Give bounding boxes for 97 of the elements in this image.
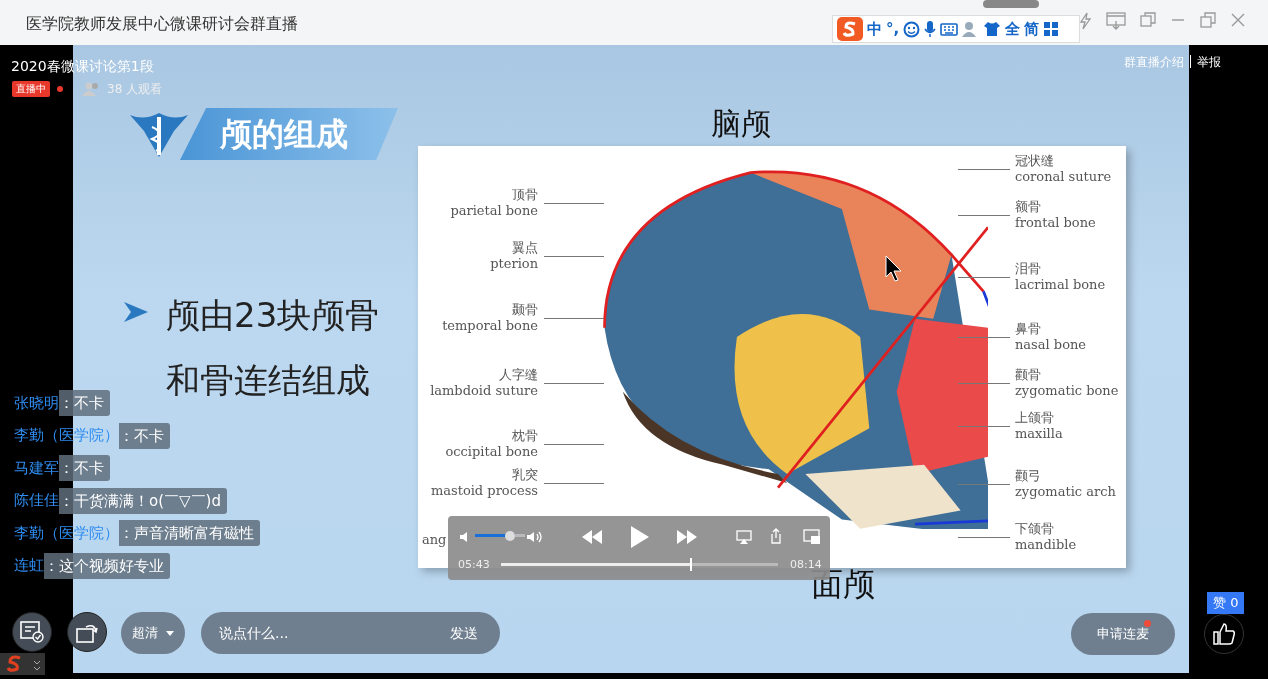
figure-caption: 脑颅 <box>711 107 771 140</box>
label-chinese: 下颌骨 <box>1015 521 1055 537</box>
leader-line <box>544 444 604 445</box>
send-button[interactable]: 发送 <box>444 621 484 645</box>
simplified-toggle[interactable]: 简 <box>1024 17 1040 41</box>
caret-icon <box>166 630 174 636</box>
emoji-icon[interactable] <box>903 20 921 38</box>
label-english: pterion <box>490 256 538 272</box>
bullet-text: 和骨连结组成 <box>166 359 370 402</box>
label-chinese: 泪骨 <box>1015 261 1042 277</box>
label-chinese: 顶骨 <box>511 187 538 203</box>
label-chinese: 鼻骨 <box>1015 321 1042 337</box>
restore-icon[interactable] <box>1200 12 1216 28</box>
share-icon[interactable] <box>770 528 782 544</box>
label-english: parietal bone <box>450 203 538 219</box>
leader-line <box>544 483 604 484</box>
label-english: lacrimal bone <box>1015 277 1106 293</box>
label-chinese: 乳突 <box>511 467 538 483</box>
label-english: frontal bone <box>1015 215 1096 231</box>
list-check-icon <box>20 621 44 643</box>
like-button[interactable] <box>1204 614 1244 654</box>
label-chinese: 颧骨 <box>1015 367 1042 383</box>
bullet-arrow-icon <box>123 300 149 324</box>
leader-line <box>544 256 604 257</box>
leader-line <box>544 383 604 384</box>
label-english: zygomatic bone <box>1015 383 1119 399</box>
leader-line <box>958 215 1010 216</box>
chat-message: ：不卡 <box>119 422 170 449</box>
label-english: mandible <box>1015 537 1077 553</box>
leader-line <box>958 383 1010 384</box>
label-english: nasal bone <box>1015 337 1087 353</box>
label-chinese: 冠状缝 <box>1015 153 1055 169</box>
label-english: mastoid process <box>430 483 538 499</box>
punctuation-toggle[interactable]: °, <box>886 17 900 41</box>
picture-in-picture-icon[interactable] <box>803 529 821 545</box>
pop-out-icon[interactable] <box>1140 12 1156 28</box>
thumbs-up-icon <box>1213 623 1235 645</box>
screen-icon[interactable] <box>1106 12 1126 30</box>
ime-mode-toggle[interactable]: 中 <box>867 17 882 41</box>
lightning-icon[interactable] <box>1078 12 1092 30</box>
viewer-count: 38 人观看 <box>107 81 163 98</box>
header-link[interactable]: 举报 <box>1197 53 1221 71</box>
ime-logo-icon[interactable] <box>837 17 863 41</box>
leader-line <box>958 169 1010 170</box>
live-dot-icon <box>57 86 63 92</box>
leader-line <box>958 277 1010 278</box>
bullet-text: 颅由23块颅骨 <box>166 294 380 337</box>
chat-message: ：不卡 <box>59 455 110 481</box>
play-icon[interactable] <box>630 526 650 548</box>
label-english: maxilla <box>1015 426 1063 442</box>
label-chinese: 人字缝 <box>498 367 538 383</box>
request-mic-button[interactable]: 申请连麦 <box>1071 613 1175 655</box>
keyboard-icon[interactable] <box>940 22 959 36</box>
comment-field[interactable]: 说点什么... 发送 <box>201 612 500 654</box>
window-title: 医学院教师发展中心微课研讨会群直播 <box>26 13 298 35</box>
label-chinese: 枕骨 <box>511 428 538 444</box>
cursor-icon <box>885 255 903 283</box>
chat-message: ：不卡 <box>59 390 110 416</box>
label-english: coronal suture <box>1015 169 1112 185</box>
label-english: occipital bone <box>445 444 538 460</box>
chat-message: ：干货满满！o(￣▽￣)d <box>59 487 227 514</box>
label-english: lambdoid suture <box>430 383 538 399</box>
leader-line <box>958 426 1010 427</box>
leader-line <box>544 318 604 319</box>
label-english: zygomatic arch <box>1015 484 1116 500</box>
playlist-button[interactable] <box>12 612 52 652</box>
shirt-icon[interactable] <box>983 21 1002 37</box>
leader-line <box>544 203 604 204</box>
label-chinese: 颞骨 <box>511 302 538 318</box>
rewind-icon[interactable] <box>581 530 603 544</box>
microphone-icon[interactable] <box>924 20 937 38</box>
chat-message: ：这个视频好专业 <box>44 552 170 579</box>
live-badge: 直播中 <box>12 81 50 97</box>
label-english: temporal bone <box>442 318 538 334</box>
volume-high-icon[interactable] <box>526 530 544 544</box>
leader-line <box>958 337 1010 338</box>
chat-username: 连虹 <box>14 555 44 577</box>
chat-message: ：声音清晰富有磁性 <box>119 520 260 546</box>
leader-line <box>958 537 1010 538</box>
chat-username: 张晓明 <box>14 392 59 414</box>
close-icon[interactable] <box>1230 12 1246 28</box>
chat-username: 陈佳佳 <box>14 490 59 512</box>
label-english: ang <box>422 532 447 548</box>
elapsed-time: 05:43 <box>458 557 490 573</box>
total-time: 08:14 <box>790 557 822 571</box>
label-chinese: 上颌骨 <box>1015 410 1055 426</box>
airplay-icon[interactable] <box>736 530 752 544</box>
drag-handle[interactable] <box>983 0 1039 8</box>
label-chinese: 颧弓 <box>1015 468 1042 484</box>
slide-title: 颅的组成 <box>180 108 398 160</box>
full-width-toggle[interactable]: 全 <box>1005 17 1021 41</box>
leader-line <box>958 484 1010 485</box>
chat-username: 马建军 <box>14 457 59 479</box>
label-chinese: 翼点 <box>511 240 538 256</box>
grid-icon[interactable] <box>1043 21 1060 37</box>
label-chinese: 额骨 <box>1015 199 1042 215</box>
like-count: 赞 0 <box>1207 592 1245 614</box>
